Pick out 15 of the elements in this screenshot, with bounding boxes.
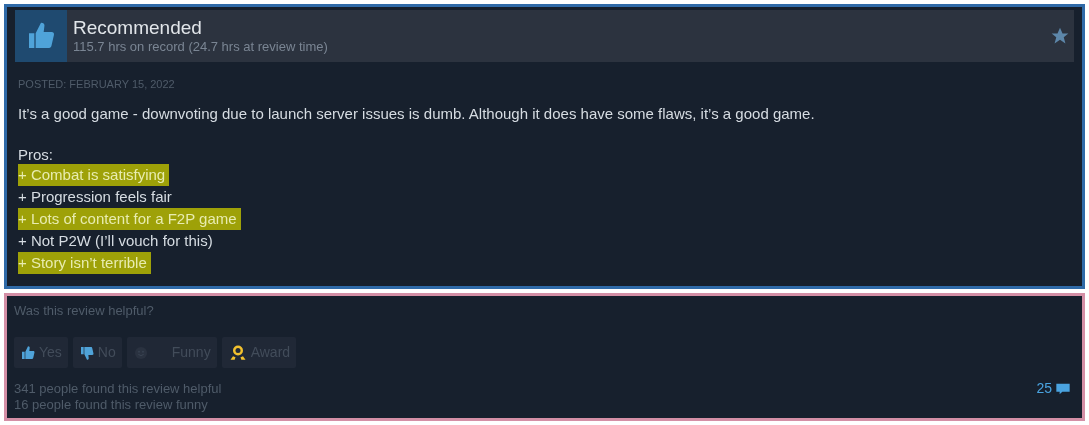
posted-date: POSTED: FEBRUARY 15, 2022	[18, 77, 176, 92]
list-title: Pros:	[18, 145, 54, 164]
comment-count: 25	[1036, 379, 1052, 399]
helpful-count: 341 people found this review helpful	[14, 381, 223, 398]
review-line: + Not P2W (I’ll vouch for this)	[18, 231, 213, 251]
helpful-question: Was this review helpful?	[14, 301, 155, 320]
thumbs-down-icon	[78, 344, 95, 361]
review-body: It’s a good game - downvoting due to launch server issues is dumb. Although it does have some flaws, it’s a good game.	[18, 103, 816, 124]
thumbs-up-icon	[20, 344, 36, 361]
verdict-title: Recommended	[73, 17, 203, 39]
smile-icon	[132, 344, 149, 361]
review-line: + Progression feels fair	[18, 187, 172, 207]
hours-played: 115.7 hrs on record (24.7 hrs at review time)	[73, 39, 329, 55]
funny-count: 16 people found this review funny	[14, 397, 209, 414]
star-icon[interactable]	[1050, 26, 1070, 46]
